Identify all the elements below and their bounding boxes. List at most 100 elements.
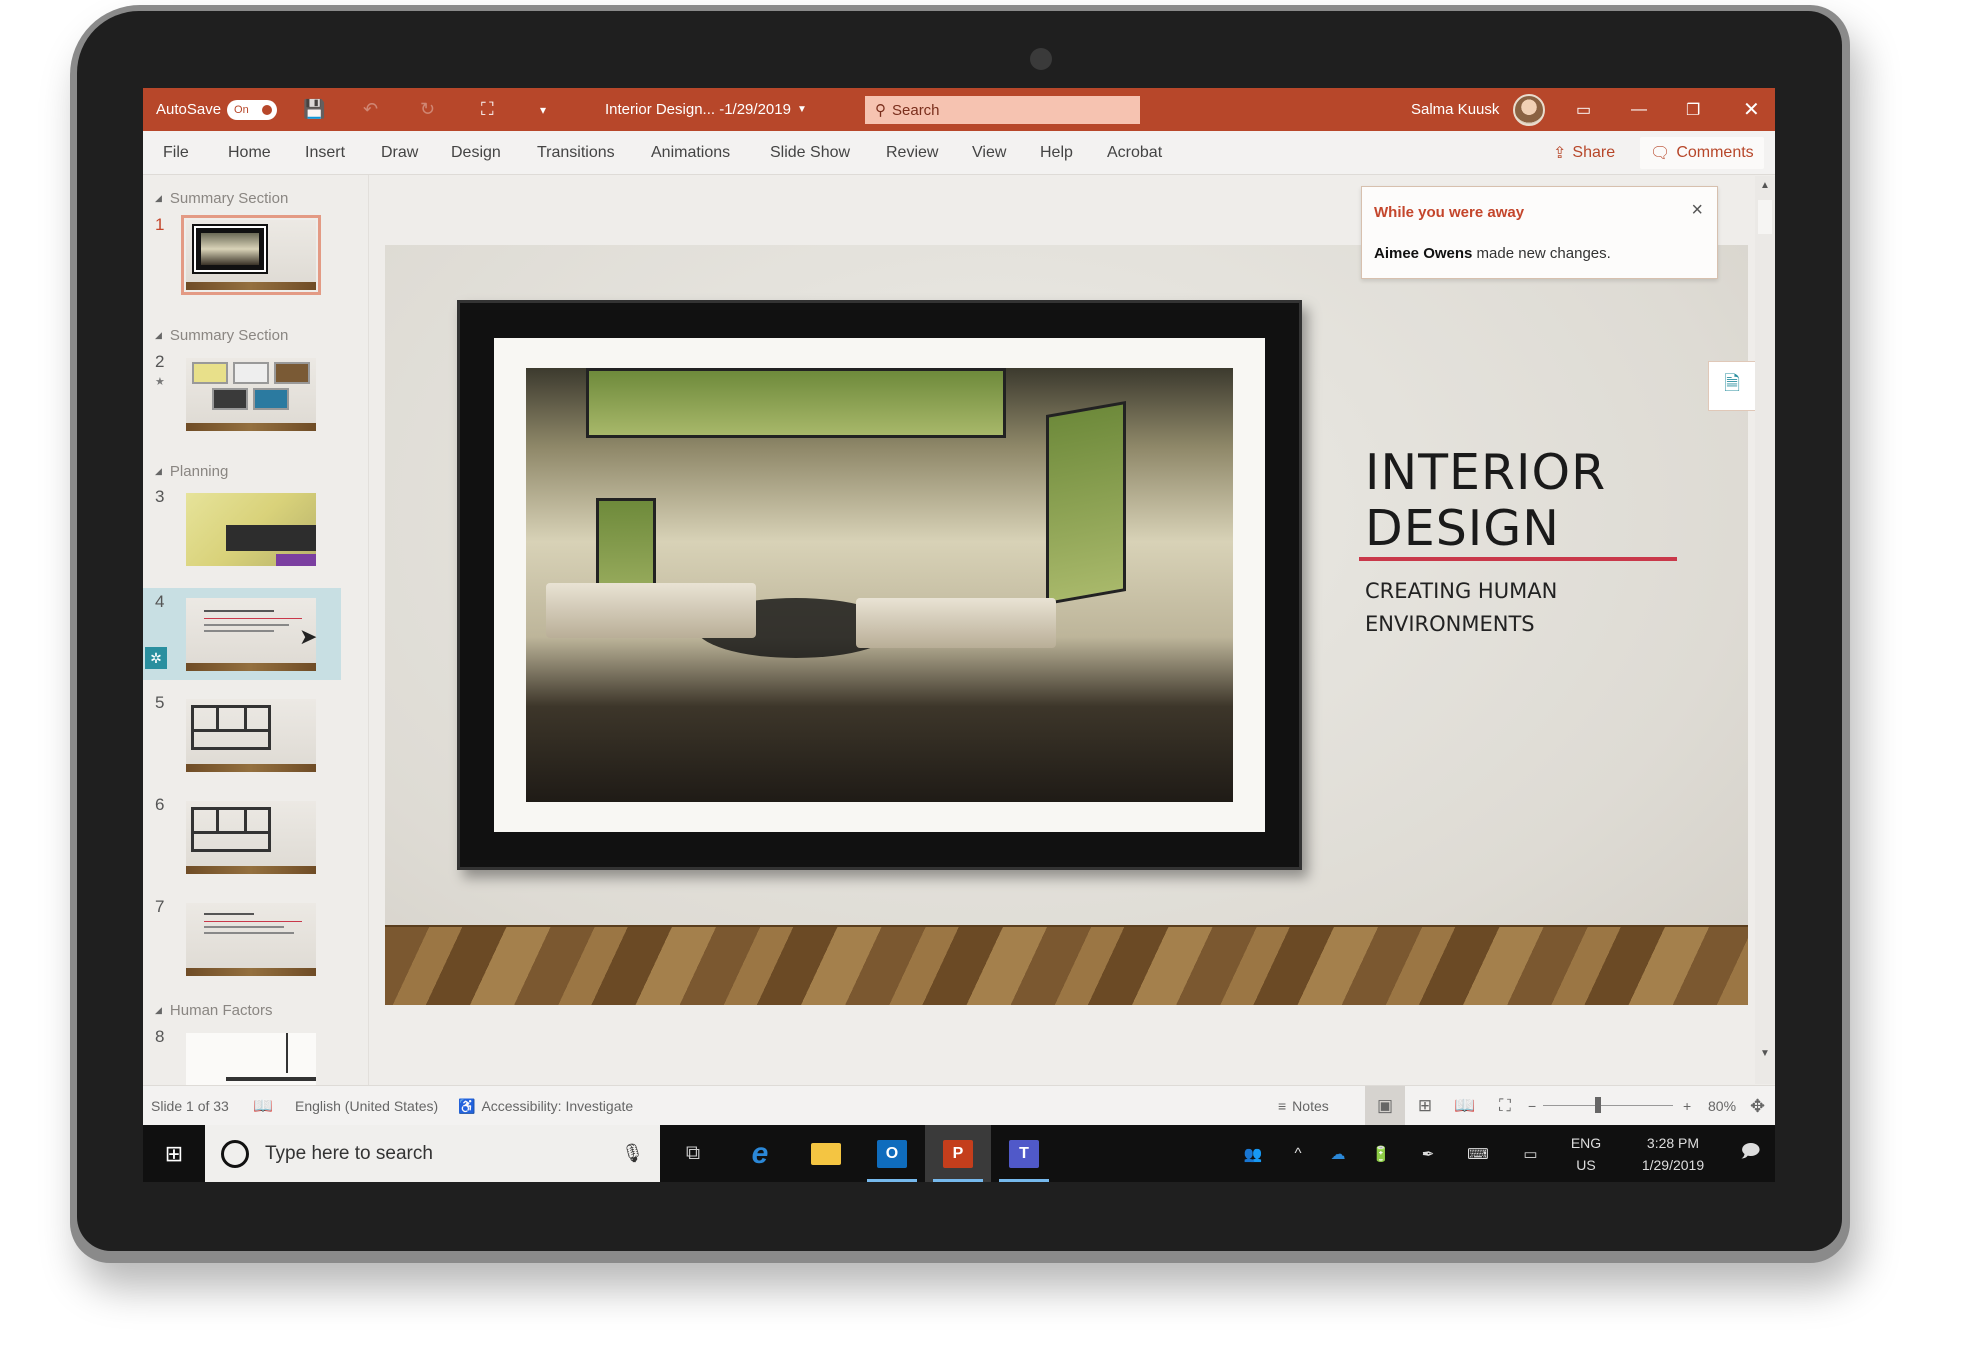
zoom-out-button[interactable]: − <box>1528 1086 1536 1126</box>
scroll-down-icon[interactable]: ▼ <box>1755 1044 1775 1064</box>
action-center-icon[interactable]: 🗩 <box>1728 1125 1773 1182</box>
redo-icon[interactable]: ↻ <box>420 88 435 131</box>
picture-frame[interactable] <box>457 300 1302 870</box>
tab-design[interactable]: Design <box>451 131 501 175</box>
autosave-control[interactable]: AutoSave On <box>156 88 278 131</box>
notification-title: While you were away <box>1374 204 1525 221</box>
pen-icon[interactable]: ✒ <box>1408 1125 1448 1182</box>
tab-insert[interactable]: Insert <box>305 131 345 175</box>
slide-thumbnail-6[interactable] <box>186 801 316 874</box>
pane-divider[interactable] <box>368 175 369 1085</box>
teams-icon[interactable]: T <box>991 1125 1057 1182</box>
section-header[interactable]: ◢ Planning <box>155 463 228 480</box>
file-explorer-icon[interactable] <box>793 1125 859 1182</box>
windows-start-icon[interactable]: ⊞ <box>143 1125 205 1182</box>
battery-icon[interactable]: 🔋 <box>1361 1125 1401 1182</box>
onedrive-icon[interactable]: ☁ <box>1318 1125 1358 1182</box>
document-title[interactable]: Interior Design... -1/29/2019 ▼ <box>605 88 807 131</box>
accessibility-status[interactable]: ♿ Accessibility: Investigate <box>458 1086 633 1126</box>
slide-thumbnail-1[interactable] <box>181 215 321 295</box>
section-header[interactable]: ◢ Summary Section <box>155 327 288 344</box>
zoom-tile <box>253 388 289 410</box>
tab-draw[interactable]: Draw <box>381 131 418 175</box>
slide-number: 6 <box>155 795 165 814</box>
search-input[interactable]: ⚲ Search <box>865 96 1140 124</box>
slide-thumbnail-7[interactable] <box>186 903 316 976</box>
minimize-icon[interactable]: — <box>1631 88 1647 131</box>
restore-icon[interactable]: ❐ <box>1686 88 1700 131</box>
tab-animations[interactable]: Animations <box>651 131 730 175</box>
fit-to-window-icon[interactable]: ✥ <box>1750 1086 1765 1126</box>
user-name[interactable]: Salma Kuusk <box>1411 88 1499 131</box>
tab-help[interactable]: Help <box>1040 131 1073 175</box>
slide-canvas[interactable]: INTERIOR DESIGN CREATING HUMAN ENVIRONME… <box>385 245 1748 1005</box>
powerpoint-icon[interactable]: P <box>925 1125 991 1182</box>
comments-button[interactable]: 🗨 Comments <box>1640 137 1764 169</box>
zoom-slider-thumb[interactable] <box>1595 1097 1601 1113</box>
user-avatar[interactable] <box>1513 88 1545 131</box>
scroll-up-icon[interactable]: ▲ <box>1755 176 1775 196</box>
clock[interactable]: 3:28 PM 1/29/2019 <box>1623 1125 1723 1182</box>
close-icon[interactable]: ✕ <box>1743 88 1760 131</box>
thumb-text <box>204 926 284 928</box>
spell-check-icon[interactable]: 📖 <box>253 1086 273 1126</box>
ribbon-display-options-icon[interactable]: ▭ <box>1576 88 1591 131</box>
outlook-icon[interactable]: O <box>859 1125 925 1182</box>
section-label: Summary Section <box>169 190 289 207</box>
touchpad-icon[interactable]: ▭ <box>1508 1125 1553 1182</box>
tab-transitions[interactable]: Transitions <box>537 131 615 175</box>
slide-subtitle[interactable]: CREATING HUMAN ENVIRONMENTS <box>1365 575 1557 641</box>
input-language[interactable]: ENG US <box>1561 1125 1611 1182</box>
touch-keyboard-icon[interactable]: ⌨ <box>1453 1125 1503 1182</box>
tab-review[interactable]: Review <box>886 131 938 175</box>
tab-slide-show[interactable]: Slide Show <box>770 131 850 175</box>
slide-subtitle-line: CREATING HUMAN <box>1365 579 1558 603</box>
microphone-icon[interactable]: 🎙 <box>621 1143 644 1164</box>
normal-view-icon[interactable]: ▣ <box>1365 1086 1405 1126</box>
section-header[interactable]: ◢ Human Factors <box>155 1002 272 1019</box>
save-icon[interactable]: 💾 <box>303 88 325 131</box>
slide-title[interactable]: INTERIOR DESIGN <box>1365 445 1606 557</box>
reading-view-icon[interactable]: 📖 <box>1445 1086 1485 1126</box>
slide-title-line: INTERIOR <box>1365 444 1607 501</box>
floor-plan-wall <box>216 807 219 832</box>
vertical-scrollbar[interactable]: ▲ ▼ <box>1755 176 1775 1084</box>
language[interactable]: English (United States) <box>295 1086 438 1126</box>
tab-home[interactable]: Home <box>228 131 271 175</box>
comment-indicator-icon[interactable]: ✲ <box>145 647 167 669</box>
photo-window <box>586 368 1006 438</box>
taskbar-search-box[interactable]: Type here to search 🎙 <box>205 1125 660 1182</box>
edge-icon[interactable]: e <box>727 1125 793 1182</box>
slide-show-icon[interactable]: ⛶ <box>1485 1086 1525 1126</box>
slide-thumbnail-4[interactable] <box>186 598 316 671</box>
start-from-beginning-icon[interactable]: ⛶ <box>481 88 494 131</box>
section-label: Planning <box>169 463 229 480</box>
people-icon[interactable]: 👥 <box>1233 1125 1273 1182</box>
design-ideas-icon[interactable]: 🗎 <box>1708 361 1756 411</box>
floor-plan-wall <box>216 705 219 730</box>
thumb-text <box>204 913 254 915</box>
tab-acrobat[interactable]: Acrobat <box>1107 131 1162 175</box>
undo-icon[interactable]: ↶ <box>363 88 378 131</box>
slide-thumbnail-5[interactable] <box>186 699 316 772</box>
section-header[interactable]: ◢ Summary Section <box>155 190 288 207</box>
scrollbar-thumb[interactable] <box>1758 200 1772 234</box>
show-hidden-icons[interactable]: ^ <box>1283 1125 1313 1182</box>
slide-sorter-icon[interactable]: ⊞ <box>1405 1086 1445 1126</box>
tab-file[interactable]: File <box>163 131 189 175</box>
close-icon[interactable]: × <box>1691 199 1703 222</box>
slide-thumbnail-2[interactable] <box>186 358 316 431</box>
slide-thumbnail-8[interactable] <box>186 1033 316 1085</box>
autosave-toggle[interactable]: On <box>227 99 278 120</box>
floor-plan-wall <box>191 831 271 834</box>
share-button[interactable]: ⇪ Share <box>1543 137 1625 169</box>
zoom-level[interactable]: 80% <box>1708 1086 1736 1126</box>
zoom-slider[interactable] <box>1543 1105 1673 1106</box>
zoom-in-button[interactable]: + <box>1683 1086 1691 1126</box>
task-view-icon[interactable]: ⧉ <box>660 1125 726 1182</box>
customize-qat-icon[interactable]: ▾ <box>540 88 546 131</box>
slide-thumbnail-3[interactable] <box>186 493 316 566</box>
tab-view[interactable]: View <box>972 131 1006 175</box>
notification-author[interactable]: Aimee Owens <box>1374 245 1472 262</box>
notes-button[interactable]: ≡ Notes <box>1278 1086 1329 1126</box>
